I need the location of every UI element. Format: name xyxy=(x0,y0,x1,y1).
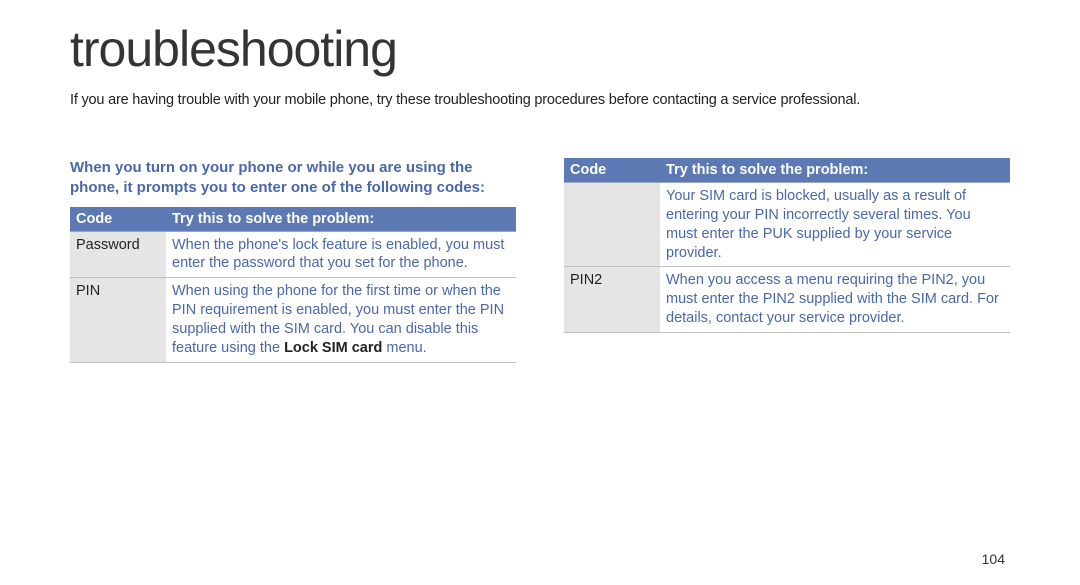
table-header-code: Code xyxy=(564,158,660,183)
table-header-try: Try this to solve the problem: xyxy=(660,158,1010,183)
desc-cell: When the phone's lock feature is enabled… xyxy=(166,231,516,278)
desc-emph: Lock SIM card xyxy=(284,340,382,356)
desc-cell: Your SIM card is blocked, usually as a r… xyxy=(660,183,1010,267)
code-cell: Password xyxy=(70,231,166,278)
page-number: 104 xyxy=(982,551,1005,567)
section-heading: When you turn on your phone or while you… xyxy=(70,158,516,199)
right-column: Code Try this to solve the problem: Your… xyxy=(564,158,1010,363)
code-cell: PIN2 xyxy=(564,267,660,333)
code-cell: PIN xyxy=(70,278,166,362)
table-row: PIN2 When you access a menu requiring th… xyxy=(564,267,1010,333)
desc-cell: When you access a menu requiring the PIN… xyxy=(660,267,1010,333)
desc-text: menu. xyxy=(382,340,426,356)
table-row: Your SIM card is blocked, usually as a r… xyxy=(564,183,1010,267)
desc-cell: When using the phone for the first time … xyxy=(166,278,516,362)
code-cell xyxy=(564,183,660,267)
left-column: When you turn on your phone or while you… xyxy=(70,158,516,363)
codes-table-right: Code Try this to solve the problem: Your… xyxy=(564,158,1010,333)
intro-text: If you are having trouble with your mobi… xyxy=(70,92,1010,108)
page-title: troubleshooting xyxy=(70,20,1010,78)
table-header-code: Code xyxy=(70,207,166,232)
content-columns: When you turn on your phone or while you… xyxy=(70,158,1010,363)
table-header-try: Try this to solve the problem: xyxy=(166,207,516,232)
table-row: PIN When using the phone for the first t… xyxy=(70,278,516,362)
table-row: Password When the phone's lock feature i… xyxy=(70,231,516,278)
codes-table-left: Code Try this to solve the problem: Pass… xyxy=(70,207,516,363)
